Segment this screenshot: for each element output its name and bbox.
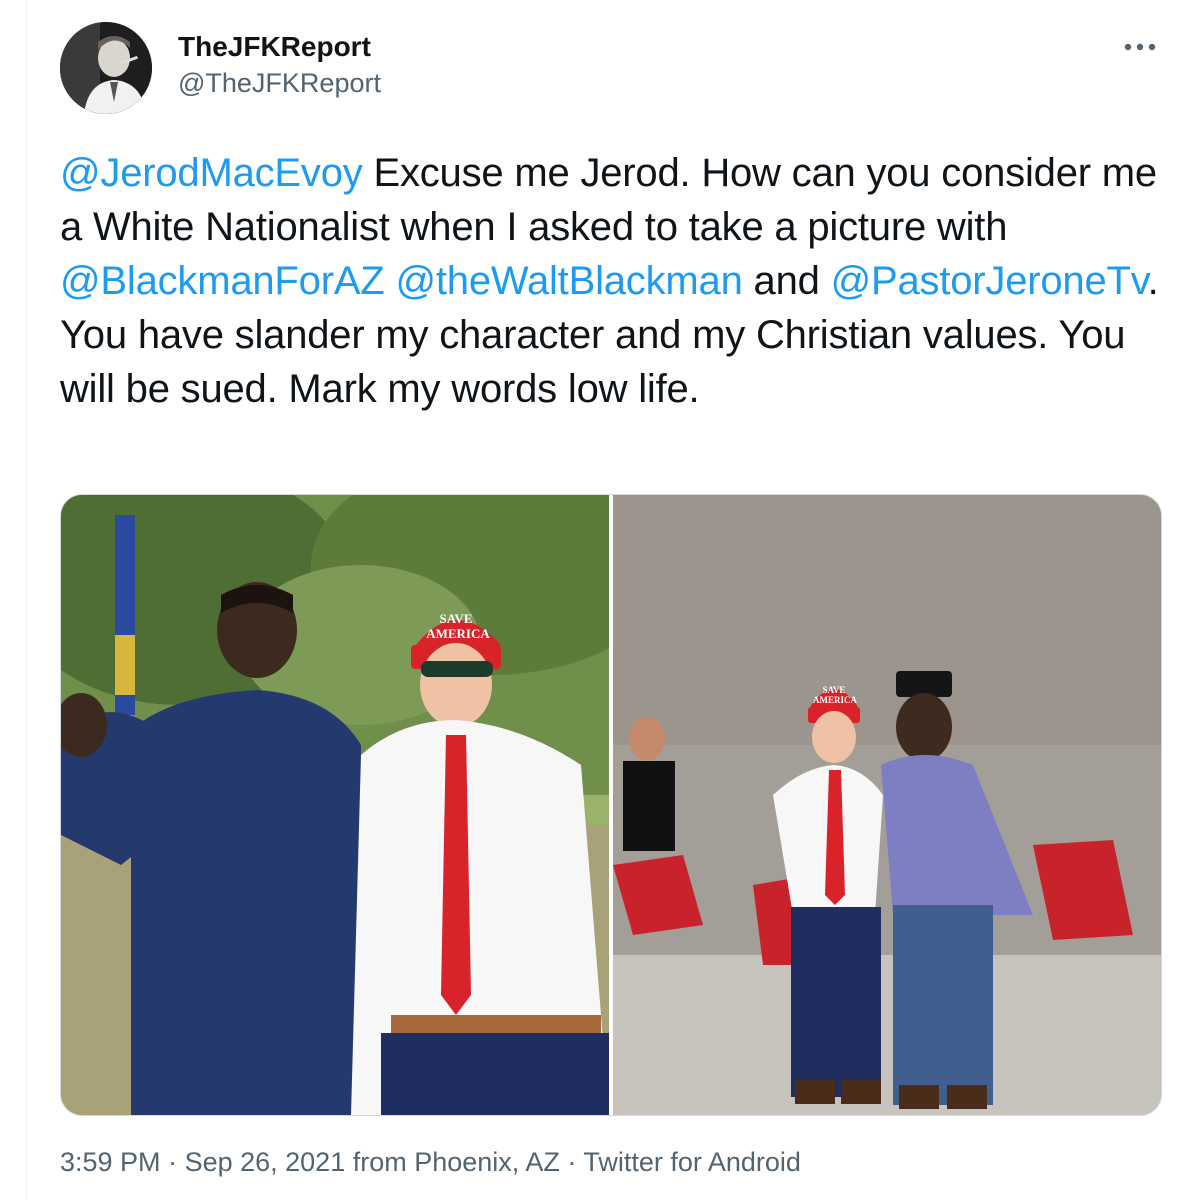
tweet-time-link[interactable]: 3:59 PM	[60, 1147, 161, 1177]
timeline-border	[26, 0, 27, 1200]
wall-photo-image: SAVE AMERICA	[613, 495, 1161, 1115]
tweet-source-link[interactable]: Twitter for Android	[583, 1147, 801, 1177]
svg-text:AMERICA: AMERICA	[813, 695, 857, 705]
location-link[interactable]: Phoenix, AZ	[414, 1147, 560, 1177]
rally-photo-image: SAVE AMERICA	[61, 495, 609, 1115]
mention-link[interactable]: @PastorJeroneTv	[831, 259, 1148, 303]
jfk-portrait-avatar-icon	[60, 22, 152, 114]
hat-text-line-1: SAVE	[439, 611, 472, 626]
tweet-metadata: 3:59 PM · Sep 26, 2021 from Phoenix, AZ …	[60, 1144, 801, 1180]
mention-link[interactable]: @BlackmanForAZ	[60, 259, 385, 303]
tweet-text-segment: and	[742, 259, 831, 303]
location-prefix: from	[345, 1147, 415, 1177]
meta-separator: ·	[559, 1147, 584, 1177]
tweet-date-link[interactable]: Sep 26, 2021	[185, 1147, 346, 1177]
author-display-name[interactable]: TheJFKReport	[178, 30, 381, 64]
ellipsis-icon	[1124, 43, 1156, 51]
meta-separator: ·	[160, 1147, 185, 1177]
more-options-button[interactable]	[1120, 32, 1160, 62]
hat-text-line-2: AMERICA	[426, 626, 490, 641]
svg-text:SAVE: SAVE	[823, 685, 846, 695]
tweet-header: TheJFKReport @TheJFKReport	[60, 22, 1170, 114]
mention-link[interactable]: @theWaltBlackman	[395, 259, 742, 303]
tweet-text-segment	[385, 259, 396, 303]
photo-1[interactable]: SAVE AMERICA	[61, 495, 609, 1115]
photo-2[interactable]: SAVE AMERICA	[613, 495, 1161, 1115]
media-grid: SAVE AMERICA SAVE AMERICA	[60, 494, 1162, 1116]
avatar[interactable]	[60, 22, 152, 114]
author-handle[interactable]: @TheJFKReport	[178, 66, 381, 100]
mention-link[interactable]: @JerodMacEvoy	[60, 151, 363, 195]
tweet-text: @JerodMacEvoy Excuse me Jerod. How can y…	[60, 146, 1170, 416]
